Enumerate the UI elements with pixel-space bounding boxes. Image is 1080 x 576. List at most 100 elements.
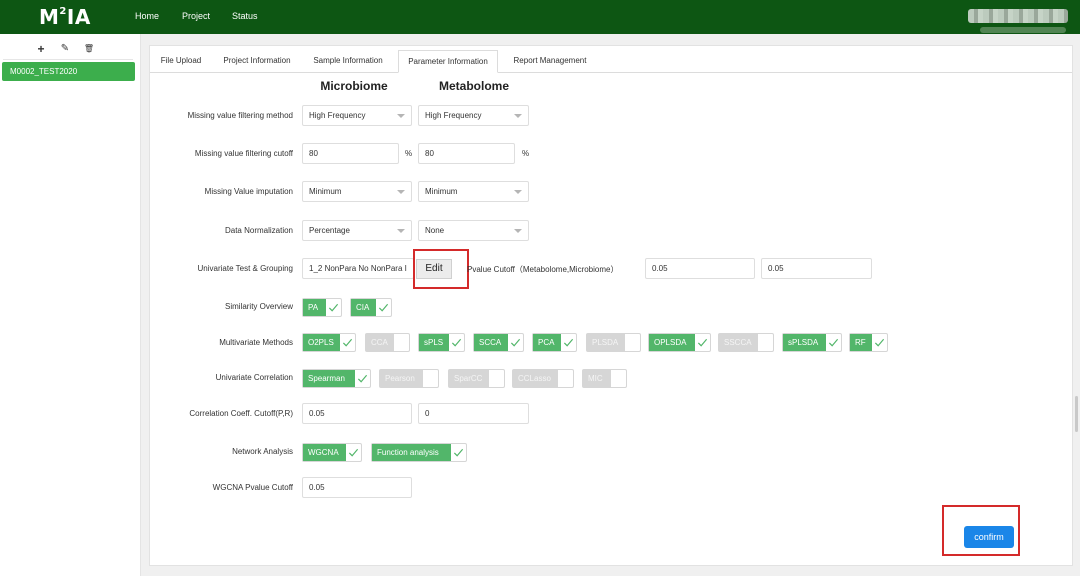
column-header-microbiome: Microbiome bbox=[320, 79, 388, 93]
label-missing-filter-method: Missing value filtering method bbox=[187, 111, 293, 120]
toggle-label: CCA bbox=[366, 334, 394, 351]
pvalue-cutoff-microbiome-input[interactable]: 0.05 bbox=[761, 258, 872, 279]
chevron-down-icon bbox=[514, 229, 522, 233]
tab-file-upload[interactable]: File Upload bbox=[152, 50, 210, 72]
checkmark-icon bbox=[563, 338, 574, 347]
checkmark-icon bbox=[697, 338, 708, 347]
toggle-cca[interactable]: CCA bbox=[365, 333, 410, 352]
univariate-test-grouping-field[interactable]: 1_2 NonPara No NonPara I bbox=[302, 258, 414, 279]
confirm-button[interactable]: confirm bbox=[964, 526, 1014, 548]
checkmark-icon bbox=[828, 338, 839, 347]
top-navigation-bar: M2IA Home Project Status bbox=[0, 0, 1080, 34]
toggle-splsda[interactable]: sPLSDA bbox=[782, 333, 842, 352]
nav-status[interactable]: Status bbox=[232, 11, 258, 21]
tab-bar: File Upload Project Information Sample I… bbox=[150, 46, 1072, 73]
chevron-down-icon bbox=[514, 190, 522, 194]
toggle-label: MIC bbox=[583, 370, 611, 387]
chevron-down-icon bbox=[514, 114, 522, 118]
toggle-label: PCA bbox=[533, 334, 561, 351]
normalization-micro-select[interactable]: Percentage bbox=[302, 220, 412, 241]
chevron-down-icon bbox=[397, 229, 405, 233]
checkmark-icon bbox=[510, 338, 521, 347]
toggle-label: CCLasso bbox=[513, 370, 558, 387]
sidebar-toolbar: + ✎ 🗑 bbox=[3, 39, 133, 60]
label-network-analysis: Network Analysis bbox=[232, 447, 293, 456]
toggle-sparcc[interactable]: SparCC bbox=[448, 369, 505, 388]
nav-project[interactable]: Project bbox=[182, 11, 210, 21]
checkmark-icon bbox=[874, 338, 885, 347]
label-pvalue-cutoff: Pvalue Cutoff（Metabolome,Microbiome） bbox=[467, 265, 619, 274]
toggle-label: Pearson bbox=[380, 370, 423, 387]
toggle-label: WGCNA bbox=[303, 444, 346, 461]
toggle-label: CIA bbox=[351, 299, 376, 316]
user-account-blurred-line bbox=[980, 27, 1066, 33]
toggle-pearson[interactable]: Pearson bbox=[379, 369, 439, 388]
add-project-icon[interactable]: + bbox=[32, 42, 50, 56]
toggle-label: SCCA bbox=[474, 334, 508, 351]
toggle-pa[interactable]: PA bbox=[302, 298, 342, 317]
toggle-label: SparCC bbox=[449, 370, 489, 387]
highlight-box-edit bbox=[413, 249, 469, 289]
delete-project-icon[interactable]: 🗑 bbox=[80, 42, 98, 56]
nav-home[interactable]: Home bbox=[135, 11, 159, 21]
toggle-label: sPLS bbox=[419, 334, 449, 351]
toggle-label: sPLSDA bbox=[783, 334, 826, 351]
checkmark-icon bbox=[328, 303, 339, 312]
chevron-down-icon bbox=[397, 114, 405, 118]
toggle-scca[interactable]: SCCA bbox=[473, 333, 524, 352]
toggle-label: O2PLS bbox=[303, 334, 340, 351]
toggle-mic[interactable]: MIC bbox=[582, 369, 627, 388]
missing-filter-cutoff-micro-input[interactable]: 80 bbox=[302, 143, 399, 164]
toggle-label: PLSDA bbox=[587, 334, 625, 351]
toggle-wgcna[interactable]: WGCNA bbox=[302, 443, 362, 462]
toggle-function-analysis[interactable]: Function analysis bbox=[371, 443, 467, 462]
toggle-cia[interactable]: CIA bbox=[350, 298, 392, 317]
app-logo[interactable]: M2IA bbox=[39, 5, 91, 29]
label-similarity-overview: Similarity Overview bbox=[224, 302, 293, 311]
toggle-label: OPLSDA bbox=[649, 334, 695, 351]
label-correlation-cutoff: Correlation Coeff. Cutoff(P,R) bbox=[189, 409, 293, 418]
correlation-cutoff-r-input[interactable]: 0 bbox=[418, 403, 529, 424]
chevron-down-icon bbox=[397, 190, 405, 194]
checkmark-icon bbox=[451, 338, 462, 347]
toggle-sscca[interactable]: SSCCA bbox=[718, 333, 774, 352]
toggle-label: PA bbox=[303, 299, 326, 316]
missing-filter-method-micro-select[interactable]: High Frequency bbox=[302, 105, 412, 126]
tab-project-information[interactable]: Project Information bbox=[212, 50, 302, 72]
toggle-o2pls[interactable]: O2PLS bbox=[302, 333, 356, 352]
toggle-rf[interactable]: RF bbox=[849, 333, 888, 352]
label-wgcna-pvalue-cutoff: WGCNA Pvalue Cutoff bbox=[212, 483, 293, 492]
tab-report-management[interactable]: Report Management bbox=[502, 50, 598, 72]
pvalue-cutoff-metabolome-input[interactable]: 0.05 bbox=[645, 258, 755, 279]
label-data-normalization: Data Normalization bbox=[224, 226, 293, 235]
tab-sample-information[interactable]: Sample Information bbox=[304, 50, 392, 72]
project-sidebar: + ✎ 🗑 M0002_TEST2020 bbox=[0, 34, 141, 576]
checkmark-icon bbox=[453, 448, 464, 457]
missing-imputation-meta-select[interactable]: Minimum bbox=[418, 181, 529, 202]
user-account-blurred[interactable] bbox=[968, 9, 1068, 23]
edit-project-icon[interactable]: ✎ bbox=[56, 42, 74, 56]
tab-parameter-information[interactable]: Parameter Information bbox=[398, 50, 498, 73]
wgcna-pvalue-cutoff-input[interactable]: 0.05 bbox=[302, 477, 412, 498]
checkmark-icon bbox=[378, 303, 389, 312]
sidebar-project-item[interactable]: M0002_TEST2020 bbox=[2, 62, 135, 81]
checkmark-icon bbox=[348, 448, 359, 457]
normalization-meta-select[interactable]: None bbox=[418, 220, 529, 241]
toggle-cclasso[interactable]: CCLasso bbox=[512, 369, 574, 388]
checkmark-icon bbox=[342, 338, 353, 347]
toggle-spls[interactable]: sPLS bbox=[418, 333, 465, 352]
toggle-label: SSCCA bbox=[719, 334, 758, 351]
scrollbar-thumb[interactable] bbox=[1075, 396, 1078, 432]
toggle-spearman[interactable]: Spearman bbox=[302, 369, 371, 388]
missing-imputation-micro-select[interactable]: Minimum bbox=[302, 181, 412, 202]
checkmark-icon bbox=[357, 374, 368, 383]
correlation-cutoff-p-input[interactable]: 0.05 bbox=[302, 403, 412, 424]
missing-filter-cutoff-meta-input[interactable]: 80 bbox=[418, 143, 515, 164]
toggle-oplsda[interactable]: OPLSDA bbox=[648, 333, 711, 352]
column-header-metabolome: Metabolome bbox=[438, 79, 509, 93]
toggle-plsda[interactable]: PLSDA bbox=[586, 333, 641, 352]
label-missing-imputation: Missing Value imputation bbox=[204, 187, 293, 196]
missing-filter-method-meta-select[interactable]: High Frequency bbox=[418, 105, 529, 126]
percent-unit-meta: % bbox=[522, 149, 530, 158]
toggle-pca[interactable]: PCA bbox=[532, 333, 577, 352]
